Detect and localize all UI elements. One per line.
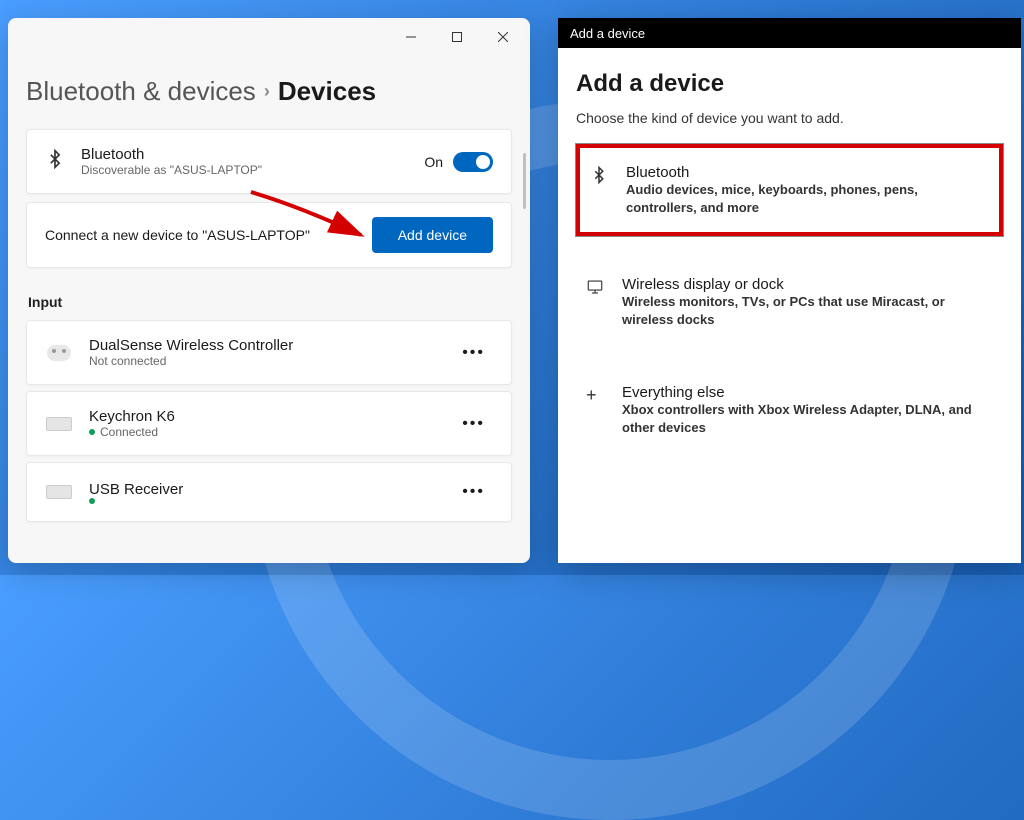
bluetooth-toggle[interactable]: [453, 152, 493, 172]
section-input-header: Input: [28, 294, 512, 310]
device-status: Not connected: [89, 354, 454, 368]
bluetooth-icon: [590, 164, 610, 184]
bluetooth-icon: [45, 149, 65, 174]
option-description: Audio devices, mice, keyboards, phones, …: [626, 181, 989, 216]
plus-icon: +: [586, 384, 606, 406]
more-options-button[interactable]: •••: [454, 411, 493, 437]
close-button[interactable]: [480, 21, 526, 53]
connect-device-card: Connect a new device to "ASUS-LAPTOP" Ad…: [26, 202, 512, 268]
maximize-button[interactable]: [434, 21, 480, 53]
option-title: Bluetooth: [626, 164, 989, 181]
device-row[interactable]: Keychron K6 Connected •••: [26, 391, 512, 456]
dialog-heading: Add a device: [576, 70, 1003, 98]
add-device-dialog: Add a device Add a device Choose the kin…: [558, 18, 1021, 563]
breadcrumb-current: Devices: [278, 76, 376, 107]
scrollbar[interactable]: [523, 153, 526, 209]
option-title: Wireless display or dock: [622, 276, 993, 293]
option-everything-else[interactable]: + Everything else Xbox controllers with …: [576, 368, 1003, 452]
device-name: USB Receiver: [89, 481, 454, 498]
device-status: [89, 498, 454, 504]
keyboard-icon: [45, 413, 73, 435]
window-titlebar: [8, 18, 530, 56]
connected-dot-icon: [89, 498, 95, 504]
more-options-button[interactable]: •••: [454, 479, 493, 505]
bluetooth-title: Bluetooth: [81, 146, 424, 163]
option-description: Xbox controllers with Xbox Wireless Adap…: [622, 401, 993, 436]
device-name: DualSense Wireless Controller: [89, 337, 454, 354]
option-title: Everything else: [622, 384, 993, 401]
breadcrumb: Bluetooth & devices › Devices: [26, 56, 512, 107]
connected-dot-icon: [89, 429, 95, 435]
device-status: Connected: [89, 425, 454, 439]
option-bluetooth[interactable]: Bluetooth Audio devices, mice, keyboards…: [576, 144, 1003, 236]
connect-text: Connect a new device to "ASUS-LAPTOP": [45, 227, 310, 243]
chevron-right-icon: ›: [264, 81, 270, 102]
more-options-button[interactable]: •••: [454, 340, 493, 366]
settings-window: Bluetooth & devices › Devices Bluetooth …: [8, 18, 530, 563]
controller-icon: [45, 342, 73, 364]
bluetooth-toggle-card: Bluetooth Discoverable as "ASUS-LAPTOP" …: [26, 129, 512, 194]
device-name: Keychron K6: [89, 408, 454, 425]
keyboard-icon: [45, 481, 73, 503]
monitor-icon: [586, 276, 606, 296]
bluetooth-state-label: On: [424, 154, 443, 170]
bluetooth-subtitle: Discoverable as "ASUS-LAPTOP": [81, 163, 424, 177]
breadcrumb-parent[interactable]: Bluetooth & devices: [26, 76, 256, 107]
option-description: Wireless monitors, TVs, or PCs that use …: [622, 293, 993, 328]
dialog-title: Add a device: [570, 26, 645, 41]
add-device-button[interactable]: Add device: [372, 217, 493, 253]
dialog-titlebar: Add a device: [558, 18, 1021, 48]
minimize-button[interactable]: [388, 21, 434, 53]
dialog-subheading: Choose the kind of device you want to ad…: [576, 110, 1003, 126]
option-wireless-display[interactable]: Wireless display or dock Wireless monito…: [576, 260, 1003, 344]
device-row[interactable]: DualSense Wireless Controller Not connec…: [26, 320, 512, 385]
device-row[interactable]: USB Receiver •••: [26, 462, 512, 522]
